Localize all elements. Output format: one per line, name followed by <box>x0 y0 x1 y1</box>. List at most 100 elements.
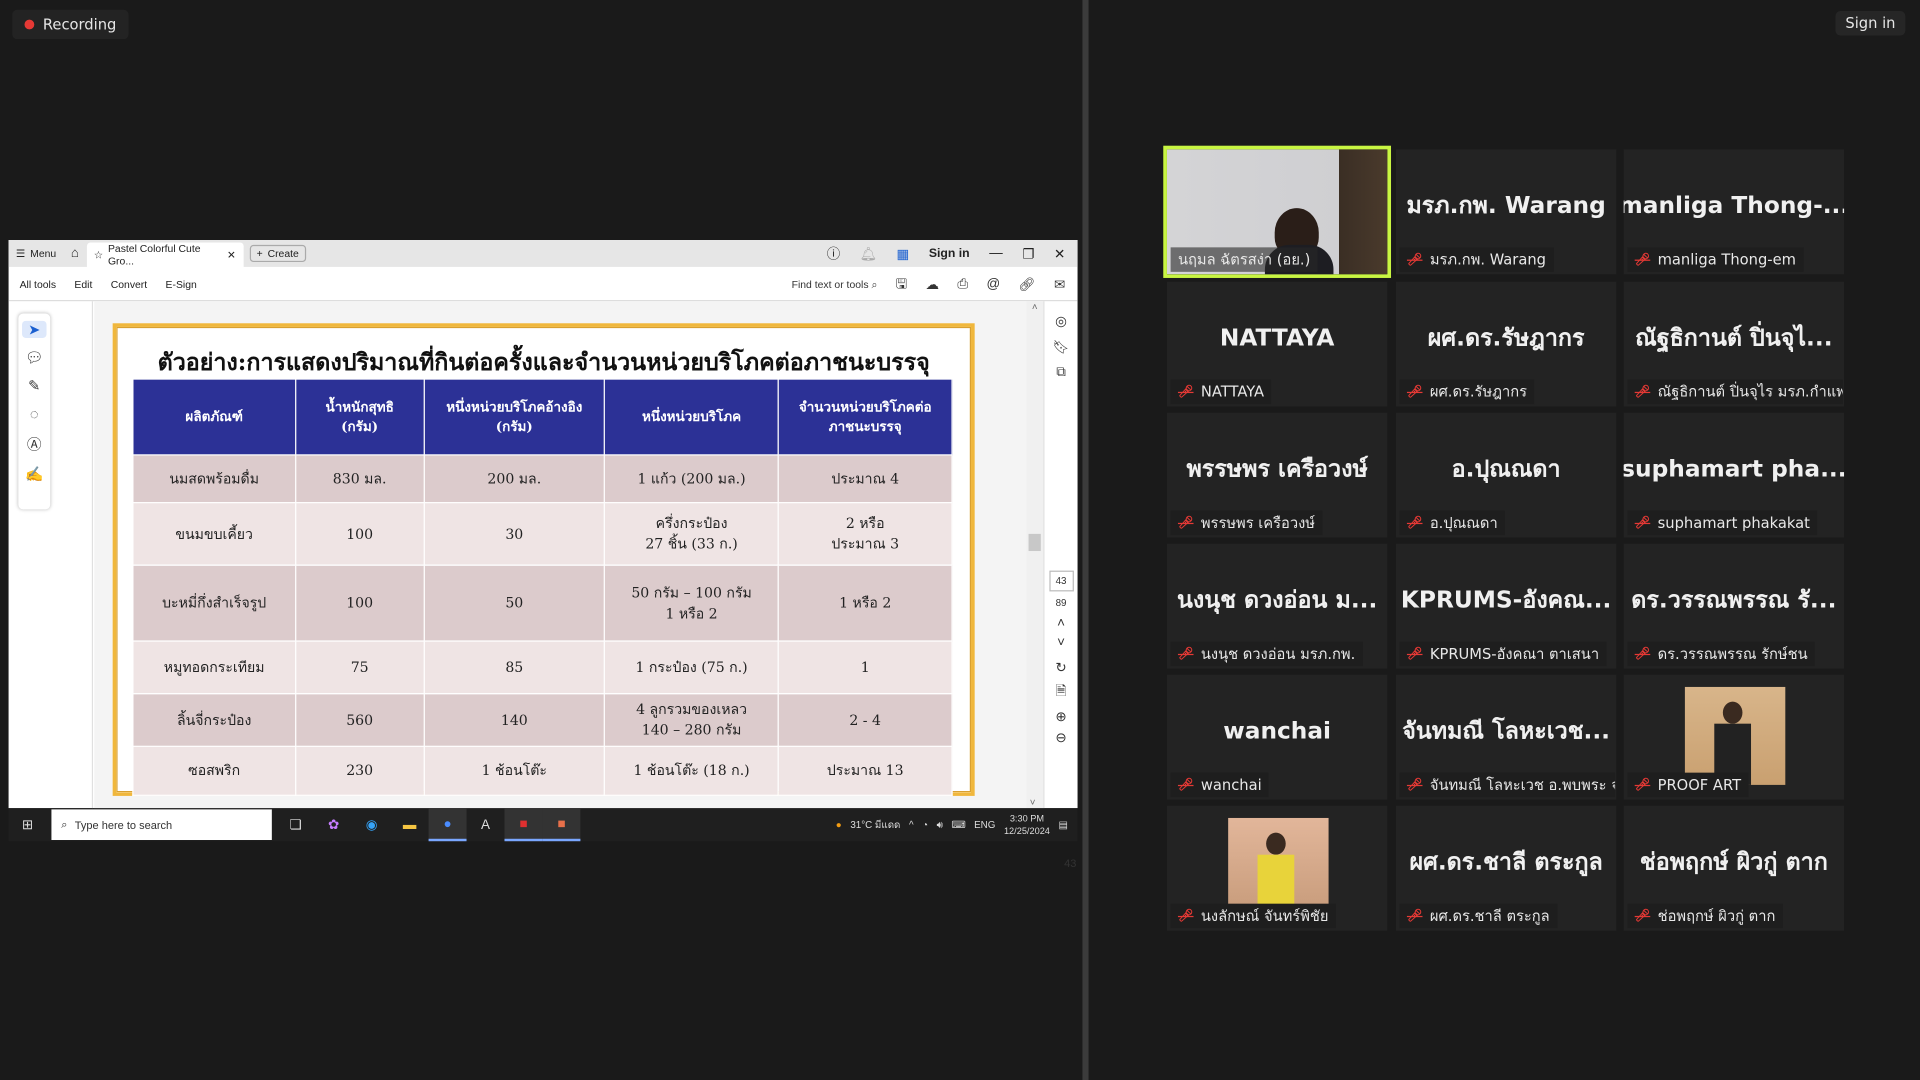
home-icon[interactable]: ⌂ <box>64 240 87 267</box>
help-icon[interactable]: ⓘ <box>827 244 840 264</box>
page-footer-number: 43 <box>1064 857 1077 870</box>
participant-tile[interactable]: ดร.วรรณพรรณ รั... 🎤︎ ดร.วรรณพรรณ รักษ์ชน <box>1623 543 1845 669</box>
participant-tile[interactable]: wanchai 🎤︎ wanchai <box>1166 674 1388 800</box>
menu-convert[interactable]: Convert <box>111 277 147 289</box>
participant-tile[interactable]: นงนุช ดวงอ่อน ม... 🎤︎ นงนุช ดวงอ่อน มรภ.กพ… <box>1166 543 1388 669</box>
copilot-icon[interactable]: ✿ <box>315 808 353 841</box>
next-page-icon[interactable]: ˅ <box>1057 636 1065 651</box>
scroll-up-icon[interactable]: ˄ <box>1026 301 1043 312</box>
apps-grid-icon[interactable]: ▦ <box>897 246 910 262</box>
table-cell: 100 <box>294 502 425 566</box>
menu-button[interactable]: ☰ Menu <box>9 240 64 267</box>
participant-name-label: 🎤︎ KPRUMS-อังคณา ตาเสนา <box>1399 641 1607 667</box>
weather-icon[interactable]: ● <box>836 819 842 830</box>
participant-tile[interactable]: จันทมณี โลหะเวช... 🎤︎ จันทมณี โลหะเวช อ.พบ… <box>1395 674 1617 800</box>
participant-tile[interactable]: ผศ.ดร.ชาลี ตระกูล 🎤︎ ผศ.ดร.ชาลี ตระกูล <box>1395 805 1617 931</box>
participant-tile[interactable]: นฤมล ฉัตรสง่า (อย.) <box>1163 145 1392 278</box>
menu-edit[interactable]: Edit <box>74 277 92 289</box>
pages-icon[interactable]: ⧉ <box>1056 365 1066 381</box>
zoom-out-icon[interactable]: ⊖ <box>1055 730 1066 746</box>
close-window-icon[interactable]: ✕ <box>1054 246 1065 262</box>
participant-tile[interactable]: 🎤︎ นงลักษณ์ จันทร์พิชัย <box>1166 805 1388 931</box>
table-row: ซอสพริก 230 1 ช้อนโต๊ะ 1 ช้อนโต๊ะ (18 ก.) ปร… <box>132 745 953 796</box>
document-tab[interactable]: ☆ Pastel Colorful Cute Gro... ✕ <box>86 242 244 267</box>
participant-tile[interactable]: ช่อพฤกษ์ ผิวกู่ ตาก 🎤︎ ช่อพฤกษ์ ผิวกู่ ตาก <box>1623 805 1845 931</box>
scrollbar-thumb[interactable] <box>1028 533 1041 552</box>
keyboard-icon[interactable]: ⌨ <box>951 819 965 830</box>
mail-icon[interactable]: ✉ <box>1054 276 1065 292</box>
windows-taskbar: ⊞ ⌕ Type here to search ❏ ✿ ◉ ▬ ● A ■ ■ ●… <box>8 808 1078 842</box>
language-indicator[interactable]: ENG <box>974 819 995 830</box>
participant-name-label: 🎤︎ manliga Thong-em <box>1627 247 1804 272</box>
sign-in-button[interactable]: Sign in <box>929 247 970 260</box>
file-explorer-icon[interactable]: ▬ <box>391 808 429 841</box>
menu-all-tools[interactable]: All tools <box>20 277 56 289</box>
quick-tools-palette: ➤ 💬︎ ✎ ◌ Ⓐ ✍ <box>18 313 50 509</box>
table-header-cell: จำนวนหน่วยบริโภคต่อ ภาชนะบรรจุ <box>777 378 953 456</box>
participant-tile[interactable]: suphamart pha... 🎤︎ suphamart phakakat <box>1623 412 1845 538</box>
menu-esign[interactable]: E-Sign <box>166 277 197 289</box>
select-cursor-icon[interactable]: ➤ <box>22 320 47 338</box>
participant-tile[interactable]: ผศ.ดร.รัษฎากร 🎤︎ ผศ.ดร.รัษฎากร <box>1395 281 1617 407</box>
close-tab-icon[interactable]: ✕ <box>227 248 236 261</box>
comments-panel-icon[interactable]: ◎ <box>1055 313 1067 330</box>
notification-icon[interactable]: ▤ <box>1058 819 1067 830</box>
share-user-icon[interactable]: @ <box>986 277 1000 292</box>
vertical-scrollbar[interactable]: ˄ ˅ <box>1026 301 1044 809</box>
task-view-icon[interactable]: ❏ <box>277 808 315 841</box>
split-divider[interactable] <box>1082 0 1089 1080</box>
participant-name-label: 🎤︎ wanchai <box>1170 772 1270 798</box>
find-tools-input[interactable]: Find text or tools ⌕ <box>792 277 878 290</box>
bookmark-icon[interactable]: 🔖︎ <box>1052 339 1069 355</box>
create-button[interactable]: + Create <box>249 244 307 263</box>
participant-tile[interactable]: พรรษพร เครือวงษ์ 🎤︎ พรรษพร เครือวงษ์ <box>1166 412 1388 538</box>
acrobat-window: ☰ Menu ⌂ ☆ Pastel Colorful Cute Gro... ✕ + C… <box>8 240 1078 869</box>
participant-tile[interactable]: มรภ.กพ. Warang 🎤︎ มรภ.กพ. Warang <box>1395 149 1617 275</box>
network-icon[interactable]: ◔ <box>922 819 928 830</box>
text-box-icon[interactable]: Ⓐ <box>27 433 42 454</box>
print-icon[interactable]: ⎙ <box>957 276 968 292</box>
app-a-icon[interactable]: A <box>467 808 505 841</box>
edge-icon[interactable]: ◉ <box>353 808 391 841</box>
page-number-input[interactable]: 43 <box>1048 570 1074 592</box>
show-hidden-icons[interactable]: ^ <box>909 819 914 830</box>
participant-tile[interactable]: อ.ปุณณดา 🎤︎ อ.ปุณณดา <box>1395 412 1617 538</box>
participant-tile[interactable]: KPRUMS-อังคณ... 🎤︎ KPRUMS-อังคณา ตาเสนา <box>1395 543 1617 669</box>
participant-name-label: 🎤︎ ช่อพฤกษ์ ผิวกู่ ตาก <box>1627 903 1783 929</box>
save-icon[interactable]: 🖫︎ <box>896 272 907 295</box>
weather-text[interactable]: 31°C มีแดด <box>850 817 900 833</box>
participant-tile[interactable]: ณัฐธิกานต์ ปิ่นจุไ... 🎤︎ ณัฐธิกานต์ ปิ่นจุ… <box>1623 281 1845 407</box>
recording-indicator[interactable]: Recording <box>12 9 129 40</box>
lasso-icon[interactable]: ◌ <box>30 405 39 422</box>
participant-name-label: 🎤︎ PROOF ART <box>1627 772 1749 798</box>
upload-cloud-icon[interactable]: ☁ <box>926 276 939 292</box>
restore-icon[interactable]: ❐ <box>1022 246 1034 262</box>
taskbar-search-input[interactable]: ⌕ Type here to search <box>51 809 272 841</box>
zoom-app-icon[interactable]: ● <box>428 808 467 842</box>
comment-icon[interactable]: 💬︎ <box>25 349 44 366</box>
minimize-icon[interactable]: — <box>989 246 1002 261</box>
pen-icon[interactable]: ✎ <box>28 377 40 394</box>
link-icon[interactable]: 🔗︎ <box>1019 276 1036 292</box>
extract-page-icon[interactable]: 🗎︎ <box>1056 681 1067 704</box>
participant-tile[interactable]: 🎤︎ PROOF ART <box>1623 674 1845 800</box>
participant-tile[interactable]: NATTAYA 🎤︎ NATTAYA <box>1166 281 1388 407</box>
powerpoint-app-icon[interactable]: ■ <box>542 808 581 842</box>
windows-start-icon[interactable]: ⊞ <box>9 808 47 841</box>
table-cell: 1 <box>777 640 953 695</box>
signature-icon[interactable]: ✍ <box>25 465 43 482</box>
rotate-icon[interactable]: ↻ <box>1055 660 1066 676</box>
scroll-down-icon[interactable]: ˅ <box>1030 797 1036 808</box>
zoom-in-icon[interactable]: ⊕ <box>1055 709 1066 725</box>
table-cell: ลิ้นจี่กระป๋อง <box>132 693 297 747</box>
hamburger-icon: ☰ <box>15 246 26 259</box>
previous-page-icon[interactable]: ˄ <box>1057 616 1065 631</box>
muted-mic-icon: 🎤︎ <box>1406 647 1423 661</box>
acrobat-app-icon[interactable]: ■ <box>504 808 543 842</box>
zoom-sign-in-button[interactable]: Sign in <box>1835 11 1906 36</box>
bell-icon[interactable]: 🔔︎ <box>860 246 877 262</box>
volume-icon[interactable]: 🔊︎ <box>937 819 943 831</box>
participant-tile[interactable]: manliga Thong-... 🎤︎ manliga Thong-em <box>1623 149 1845 275</box>
document-viewport[interactable]: ตัวอย่าง:การแสดงปริมาณที่กินต่อครั้งและจ… <box>94 301 1076 869</box>
clock[interactable]: 3:30 PM 12/25/2024 <box>1004 813 1050 837</box>
